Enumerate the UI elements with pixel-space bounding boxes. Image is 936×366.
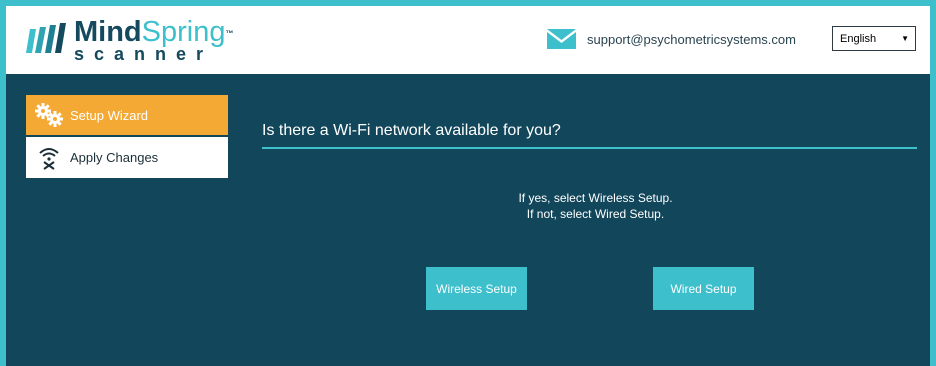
mail-icon [547,29,576,49]
wizard-question: Is there a Wi-Fi network available for y… [262,110,917,149]
language-select[interactable]: English ▼ [832,26,916,51]
logo-wordmark: MindSpring™ [74,17,233,47]
logo-subtitle: scanner [74,44,214,64]
wifi-cancel-icon [34,143,64,173]
support-email-link[interactable]: support@psychometricsystems.com [587,32,796,47]
main-content: Is there a Wi-Fi network available for y… [262,110,917,310]
support-contact: support@psychometricsystems.com [547,28,796,50]
gears-icon [34,100,64,130]
logo-text: MindSpring™ scanner [74,17,233,64]
sidebar-item-setup-wizard[interactable]: Setup Wizard [26,95,228,135]
sidebar-item-apply-changes[interactable]: Apply Changes [26,137,228,178]
sidebar-item-label: Apply Changes [70,150,159,165]
instruction-line: If not, select Wired Setup. [526,207,665,221]
instruction-line: If yes, select Wireless Setup. [518,191,673,205]
logo-mark-icon [26,23,66,53]
wireless-setup-button[interactable]: Wireless Setup [426,267,527,310]
sidebar: Setup Wizard Apply Changes [26,95,228,180]
language-select-value: English [840,32,877,45]
dropdown-arrow-icon: ▼ [901,34,909,43]
app-frame: MindSpring™ scanner support@psychometric… [0,0,936,366]
sidebar-item-label: Setup Wizard [70,107,149,123]
header-bar: MindSpring™ scanner support@psychometric… [6,6,930,74]
wizard-instructions: If yes, select Wireless Setup. If not, s… [262,190,917,222]
wired-setup-button[interactable]: Wired Setup [653,267,754,310]
logo-trademark: ™ [225,29,234,38]
